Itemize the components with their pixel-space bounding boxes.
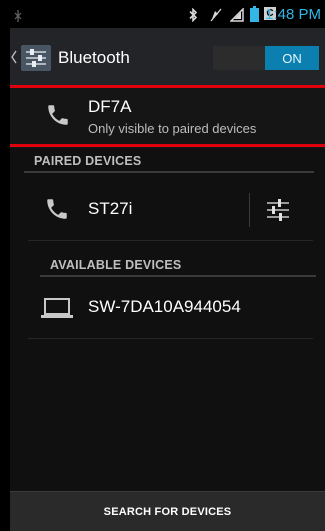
phone-icon: [47, 199, 67, 219]
search-button-label: SEARCH FOR DEVICES: [103, 506, 232, 518]
screen: C 1:48 PM Bluetooth ON DF7A Only visible…: [10, 0, 325, 531]
status-clock: 1:48 PM: [265, 6, 321, 23]
row-divider: [28, 240, 313, 241]
signal-icon: [230, 8, 244, 22]
paired-device-name: ST27i: [88, 199, 133, 218]
status-bar: C 1:48 PM: [10, 0, 325, 28]
bluetooth-status-icon: [189, 8, 198, 22]
bluetooth-toggle[interactable]: ON: [213, 46, 319, 70]
paired-devices-header: PAIRED DEVICES: [34, 154, 142, 168]
up-navigation-icon[interactable]: [11, 50, 17, 64]
highlight-box: [10, 85, 325, 147]
page-title: Bluetooth: [58, 48, 130, 67]
paired-device-row[interactable]: ST27i: [10, 178, 248, 238]
sliders-icon: [26, 49, 46, 67]
section-divider: [40, 275, 316, 277]
available-device-row[interactable]: SW-7DA10A944054: [10, 280, 325, 336]
toggle-on-thumb: ON: [265, 46, 319, 70]
settings-app-icon[interactable]: [21, 45, 51, 71]
available-devices-header: AVAILABLE DEVICES: [50, 258, 182, 272]
device-settings-icon[interactable]: [264, 197, 292, 223]
laptop-icon: [41, 298, 73, 318]
search-for-devices-button[interactable]: SEARCH FOR DEVICES: [10, 491, 325, 531]
section-divider: [24, 171, 314, 173]
row-divider: [28, 338, 313, 339]
vertical-divider: [249, 193, 250, 227]
mute-icon: [210, 8, 222, 22]
action-bar: Bluetooth ON: [10, 28, 325, 89]
usb-debug-icon: [14, 10, 22, 22]
available-device-name: SW-7DA10A944054: [88, 297, 241, 316]
battery-icon: [250, 6, 259, 22]
